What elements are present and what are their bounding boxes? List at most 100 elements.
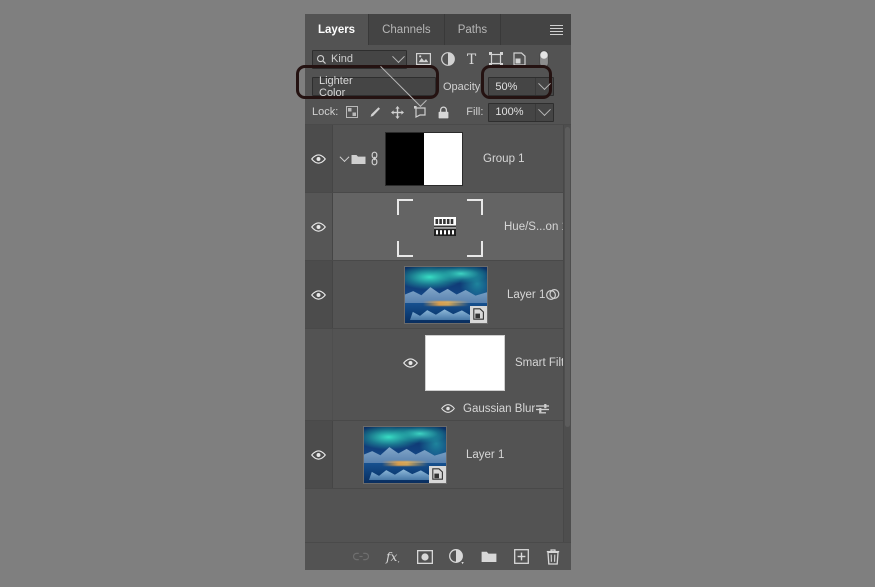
link-layers-button[interactable]	[353, 549, 369, 565]
lock-all-icon[interactable]	[437, 105, 450, 119]
filter-blending-options-icon[interactable]	[535, 403, 550, 415]
layer-name: Layer 1	[466, 448, 505, 461]
layers-panel-footer: fx	[305, 542, 571, 570]
layer-name: Gaussian Blur	[463, 402, 536, 415]
filter-pixel-layers-icon[interactable]	[416, 51, 431, 67]
table-row[interactable]: Gaussian Blur	[305, 397, 571, 421]
filter-smart-object-layers-icon[interactable]	[512, 51, 527, 67]
link-icon	[353, 552, 369, 561]
layers-panel: Layers Channels Paths Kind T Lighter Col…	[296, 14, 571, 570]
filter-type-layers-icon[interactable]: T	[464, 51, 479, 67]
lock-transparent-pixels-icon[interactable]	[345, 105, 358, 119]
svg-text:fx: fx	[385, 549, 397, 563]
new-adjustment-layer-button[interactable]	[449, 548, 465, 565]
table-row[interactable]: Smart Filt	[305, 329, 571, 397]
fill-field[interactable]: 100%	[488, 102, 555, 122]
layer-thumbnail[interactable]	[404, 265, 488, 324]
tab-channels[interactable]: Channels	[369, 14, 445, 45]
opacity-stepper[interactable]	[535, 77, 553, 95]
layer-name: Layer 1	[507, 288, 546, 301]
lock-label: Lock:	[312, 106, 339, 118]
lock-row: Lock: Fill: 100%	[305, 100, 571, 124]
mask-icon	[417, 549, 433, 564]
layer-name: Group 1	[483, 152, 525, 165]
blend-mode-select[interactable]: Lighter Color	[312, 60, 436, 108]
table-row[interactable]: Hue/S...on 1	[305, 193, 571, 261]
eye-icon	[403, 358, 418, 368]
eye-icon	[311, 221, 326, 232]
eye-icon	[311, 289, 326, 300]
smart-filter-mask-thumbnail[interactable]	[425, 335, 505, 391]
group-expand-toggle[interactable]	[338, 152, 350, 163]
delete-layer-button[interactable]	[545, 548, 561, 565]
tab-paths[interactable]: Paths	[444, 14, 502, 45]
smart-object-badge	[470, 305, 487, 323]
opacity-label: Opacity:	[443, 80, 484, 93]
filter-type-icons: T	[416, 50, 551, 68]
layer-row-body[interactable]: Layer 1	[333, 261, 571, 328]
eye-icon	[311, 449, 326, 460]
layer-thumbnail[interactable]	[363, 425, 447, 484]
filter-toggle-switch-icon[interactable]	[536, 50, 551, 68]
chevron-down-icon	[339, 152, 349, 163]
adjustment-thumbnail[interactable]	[402, 217, 488, 236]
chevron-down-icon	[392, 49, 405, 63]
tab-bar-spacer	[501, 14, 541, 45]
gaussian-blur-visibility-toggle[interactable]	[441, 404, 455, 413]
vertical-scrollbar[interactable]	[563, 125, 571, 542]
opacity-value: 50%	[495, 80, 518, 93]
tab-layers[interactable]: Layers	[305, 14, 370, 45]
layer-row-body[interactable]: Group 1	[333, 125, 571, 192]
layer-name: Hue/S...on 1	[504, 220, 568, 233]
link-icon[interactable]	[370, 151, 379, 166]
panel-menu-button[interactable]	[541, 14, 571, 45]
lock-image-pixels-icon[interactable]	[368, 105, 381, 119]
search-icon	[317, 54, 326, 64]
opacity-field[interactable]: 50%	[488, 77, 555, 96]
thumbnail-town-lights	[423, 300, 469, 306]
lock-position-icon[interactable]	[391, 105, 405, 119]
add-layer-mask-button[interactable]	[417, 549, 433, 565]
tab-layers-label: Layers	[318, 23, 356, 36]
layer-visibility-toggle[interactable]	[305, 125, 333, 192]
new-group-button[interactable]	[481, 549, 497, 565]
smart-filter-group-spacer	[305, 397, 333, 420]
filter-adjustment-layers-icon[interactable]	[440, 51, 455, 67]
thumbnail-town-lights	[382, 460, 428, 466]
layer-visibility-toggle[interactable]	[305, 261, 333, 328]
smart-filters-effects-icon[interactable]	[545, 288, 560, 302]
layer-visibility-toggle[interactable]	[305, 193, 333, 260]
plus-square-icon	[513, 549, 529, 564]
layer-list[interactable]: Group 1 Hue/S...on 1 Layer 1 Smart Filt …	[305, 124, 571, 542]
smart-object-badge	[429, 465, 446, 483]
fill-stepper[interactable]	[535, 102, 553, 121]
new-layer-button[interactable]	[513, 549, 529, 565]
folder-icon	[351, 154, 366, 164]
lock-icon-group	[345, 105, 450, 119]
smart-filters-visibility-toggle[interactable]	[403, 358, 418, 368]
table-row[interactable]: Layer 1	[305, 421, 571, 489]
layer-filter-row: Kind T	[305, 45, 571, 73]
table-row[interactable]: Layer 1	[305, 261, 571, 329]
fx-icon: fx	[385, 549, 400, 563]
layer-mask-thumbnail[interactable]	[385, 131, 463, 186]
trash-icon	[546, 548, 560, 565]
lock-artboard-nesting-icon[interactable]	[414, 105, 427, 119]
add-layer-style-button[interactable]: fx	[385, 549, 401, 565]
layer-row-body[interactable]: Gaussian Blur	[333, 397, 571, 420]
table-row[interactable]: Group 1	[305, 125, 571, 193]
hue-saturation-adjustment-icon	[434, 217, 456, 236]
panel-tab-bar: Layers Channels Paths	[305, 14, 571, 45]
fill-label: Fill:	[466, 106, 484, 118]
layer-row-body[interactable]: Smart Filt	[333, 329, 571, 397]
blend-mode-value: Lighter Color	[319, 74, 353, 99]
filter-shape-layers-icon[interactable]	[488, 51, 503, 67]
tab-channels-label: Channels	[382, 23, 431, 36]
scrollbar-thumb[interactable]	[565, 127, 570, 427]
layer-row-body[interactable]: Layer 1	[333, 421, 571, 488]
layer-row-body[interactable]: Hue/S...on 1	[333, 193, 571, 260]
layer-visibility-toggle[interactable]	[305, 421, 333, 488]
hamburger-menu-icon	[549, 24, 563, 35]
half-circle-icon	[449, 548, 464, 564]
chevron-down-icon	[538, 77, 552, 91]
